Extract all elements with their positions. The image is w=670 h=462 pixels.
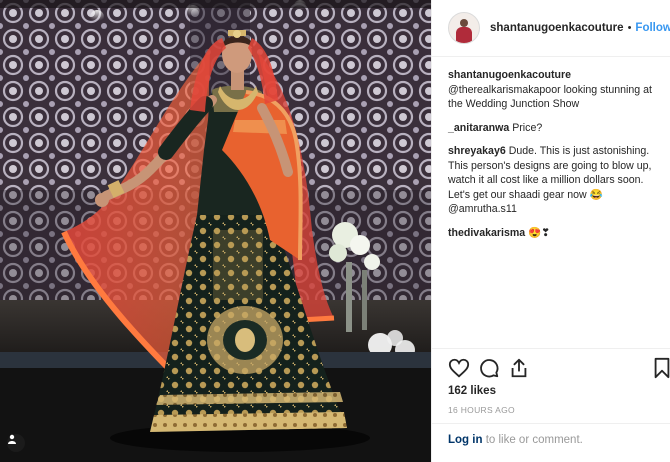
comment-icon[interactable] xyxy=(478,357,500,379)
post-sidebar: shantanugoenkacouture • Follow shantanug… xyxy=(431,0,670,462)
avatar[interactable] xyxy=(448,12,480,44)
comment-username[interactable]: shreyakay6 xyxy=(448,145,506,157)
comment-username[interactable]: shantanugoenkacouture xyxy=(448,69,571,81)
share-icon[interactable] xyxy=(508,357,530,379)
post-timestamp[interactable]: 16 HOURS AGO xyxy=(448,405,515,415)
comment-text: Price? xyxy=(512,121,543,134)
caption: shantanugoenkacouture @therealkarismakap… xyxy=(448,68,658,112)
comment-username[interactable]: _anitaranwa xyxy=(448,122,509,134)
header-username[interactable]: shantanugoenkacouture xyxy=(490,22,624,34)
list-item: shreyakay6 Dude. This is just astonishin… xyxy=(448,144,658,217)
login-bar: Log in to like or comment. xyxy=(432,423,670,462)
comment-text: 😍❣ xyxy=(528,226,551,239)
heart-icon[interactable] xyxy=(448,357,470,379)
login-prompt-text: to like or comment. xyxy=(482,434,583,446)
login-link[interactable]: Log in xyxy=(448,434,483,446)
action-bar xyxy=(448,357,670,381)
comments-list: shantanugoenkacouture @therealkarismakap… xyxy=(432,57,670,240)
likes-count[interactable]: 162 likes xyxy=(448,385,496,397)
list-item: _anitaranwa Price? xyxy=(448,121,658,136)
user-tag-badge[interactable] xyxy=(7,434,25,452)
person-icon xyxy=(8,434,16,444)
follow-button[interactable]: Follow xyxy=(635,22,670,34)
comment-text: @therealkarismakapoor looking stunning a… xyxy=(448,83,652,111)
bookmark-icon[interactable] xyxy=(653,357,670,379)
post-photo[interactable] xyxy=(0,0,431,462)
list-item: thedivakarisma 😍❣ xyxy=(448,226,658,241)
header-separator: • xyxy=(627,22,632,34)
bride-photo-illustration xyxy=(0,0,431,462)
divider xyxy=(432,348,670,349)
post-header: shantanugoenkacouture • Follow xyxy=(432,0,670,57)
comment-username[interactable]: thedivakarisma xyxy=(448,227,525,239)
